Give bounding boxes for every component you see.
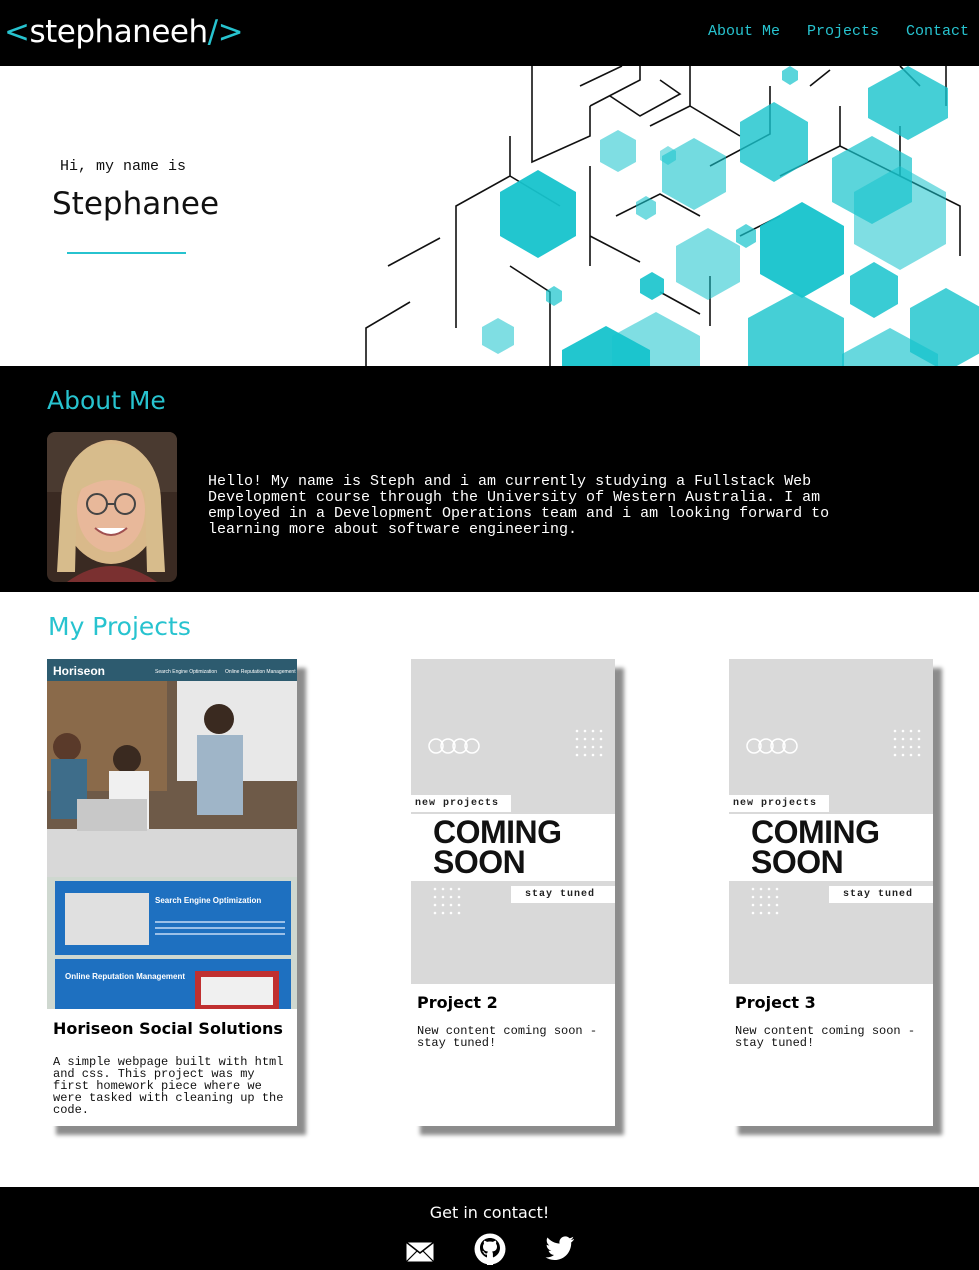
project-title: Project 2: [417, 993, 498, 1012]
nav-link-contact[interactable]: Contact: [906, 23, 969, 40]
coming-soon-tag-bottom: stay tuned: [829, 886, 933, 903]
social-links: [0, 1233, 979, 1267]
thumb-nav-1: Search Engine Optimization: [155, 669, 217, 675]
hero-section: Hi, my name is Stephanee: [0, 66, 979, 366]
coming-soon-tag-top: new projects: [411, 795, 511, 812]
hero-divider: [67, 252, 186, 254]
hero-name: Stephanee: [52, 186, 220, 222]
about-title: About Me: [47, 386, 166, 415]
thumb-nav-2: Online Reputation Management: [225, 669, 296, 675]
coming-soon-line-1: COMING: [433, 814, 562, 850]
coming-soon-tag-bottom: stay tuned: [511, 886, 615, 903]
coming-soon-line-1: COMING: [751, 814, 880, 850]
site-footer: Get in contact!: [0, 1187, 979, 1270]
coming-soon-graphic: new projects COMING SOON stay tuned: [411, 659, 615, 984]
nav-link-about[interactable]: About Me: [708, 23, 780, 40]
mail-icon[interactable]: [405, 1241, 435, 1263]
coming-soon-line-2: SOON: [751, 844, 844, 880]
coming-soon-tag-top: new projects: [729, 795, 829, 812]
project-thumbnail-coming-soon[interactable]: new projects COMING SOON stay tuned: [411, 659, 615, 984]
footer-title: Get in contact!: [429, 1203, 550, 1222]
project-title: Project 3: [735, 993, 816, 1012]
logo-open-bracket: <: [4, 14, 30, 50]
coming-soon-heading: COMING SOON: [751, 814, 880, 880]
project-title: Horiseon Social Solutions: [53, 1019, 283, 1038]
site-header: <stephaneeh/> About Me Projects Contact: [0, 0, 979, 66]
logo-close-bracket: />: [207, 14, 244, 50]
project-thumbnail-horiseon[interactable]: Horiseon Search Engine Optimization Onli…: [47, 659, 297, 1009]
about-section: About Me Hello! My name is Steph and i a…: [0, 366, 979, 592]
nav-link-projects[interactable]: Projects: [807, 23, 879, 40]
thumb-section-2: Online Reputation Management: [65, 972, 185, 981]
project-description: New content coming soon - stay tuned!: [735, 1024, 916, 1050]
main-nav: About Me Projects Contact: [708, 23, 969, 40]
hero-greeting: Hi, my name is: [60, 158, 187, 175]
project-card-horiseon[interactable]: Horiseon Search Engine Optimization Onli…: [47, 659, 297, 1126]
coming-soon-line-2: SOON: [433, 844, 526, 880]
thumb-section-1: Search Engine Optimization: [155, 896, 261, 905]
project-thumbnail-coming-soon[interactable]: new projects COMING SOON stay tuned: [729, 659, 933, 984]
site-logo[interactable]: <stephaneeh/>: [4, 14, 244, 50]
projects-title: My Projects: [48, 612, 191, 641]
project-card-2[interactable]: new projects COMING SOON stay tuned Proj…: [411, 659, 615, 1126]
about-text: Hello! My name is Steph and i am current…: [208, 473, 830, 538]
project-description: New content coming soon - stay tuned!: [417, 1024, 598, 1050]
twitter-icon[interactable]: [545, 1236, 575, 1262]
project-description: A simple webpage built with html and css…: [53, 1055, 284, 1117]
hexagon-network-graphic: [365, 66, 979, 366]
project-card-3[interactable]: new projects COMING SOON stay tuned Proj…: [729, 659, 933, 1126]
profile-photo: [47, 432, 177, 582]
github-icon[interactable]: [474, 1233, 506, 1265]
logo-text: stephaneeh: [29, 14, 208, 50]
thumb-brand: Horiseon: [53, 664, 105, 678]
coming-soon-graphic: new projects COMING SOON stay tuned: [729, 659, 933, 984]
coming-soon-heading: COMING SOON: [433, 814, 562, 880]
